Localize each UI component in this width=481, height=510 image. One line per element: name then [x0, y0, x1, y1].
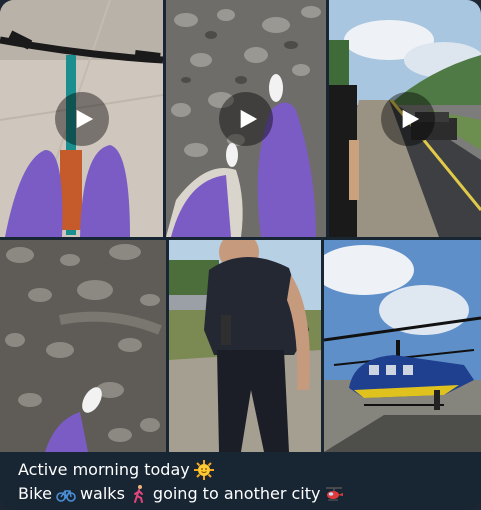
helicopter-thumbnail	[324, 240, 481, 452]
media-photo-4[interactable]	[0, 240, 166, 452]
caption-text-2c: going to another city	[152, 484, 321, 503]
person-walking-icon	[129, 484, 149, 504]
rocks-thumbnail	[0, 240, 166, 452]
media-video-2[interactable]	[166, 0, 326, 237]
message-bubble: Active morning today Bike walks going to…	[0, 0, 481, 510]
caption-line-2: Bike walks going to another city	[18, 482, 471, 506]
play-icon[interactable]	[219, 92, 273, 146]
media-album	[0, 0, 481, 452]
play-icon[interactable]	[381, 92, 435, 146]
helicopter-icon	[324, 484, 344, 504]
bicycle-icon	[56, 484, 76, 504]
play-icon[interactable]	[55, 92, 109, 146]
caption-text-2b: walks	[79, 484, 125, 503]
caption-line-1: Active morning today	[18, 458, 471, 482]
media-photo-5[interactable]	[169, 240, 321, 452]
media-video-1[interactable]	[0, 0, 163, 237]
caption-text-1: Active morning today	[18, 460, 190, 479]
message-caption: Active morning today Bike walks going to…	[18, 458, 471, 506]
media-video-3[interactable]	[329, 0, 481, 237]
sun-with-face-icon	[193, 460, 214, 480]
caption-text-2a: Bike	[18, 484, 52, 503]
guard-thumbnail	[169, 240, 321, 452]
media-photo-6[interactable]	[324, 240, 481, 452]
